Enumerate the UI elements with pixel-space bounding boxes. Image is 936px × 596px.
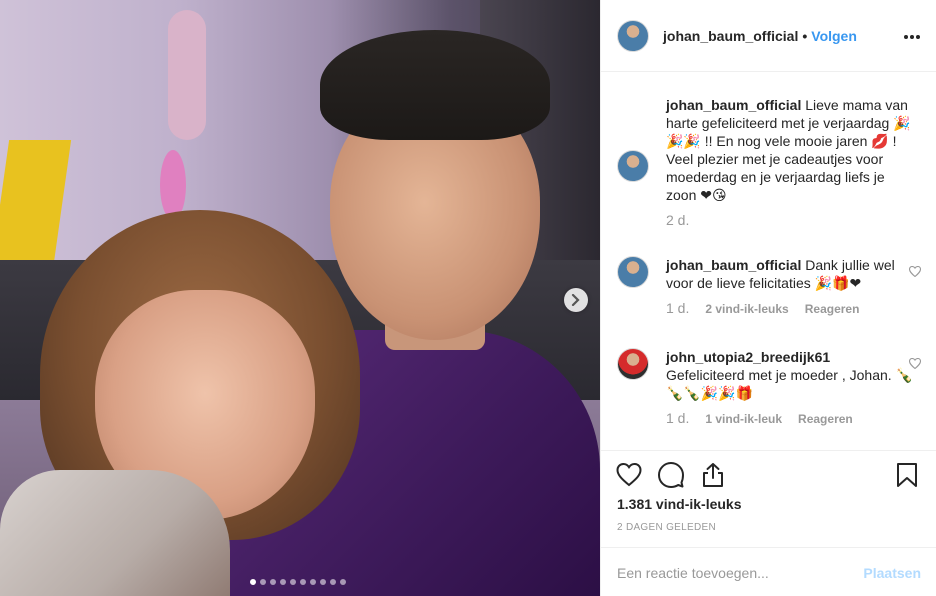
caption-comment: johan_baum_official Lieve mama van harte… <box>617 96 921 228</box>
comment-meta: 1 d. 2 vind-ik-leuks Reageren <box>666 300 921 318</box>
like-count[interactable]: 1.381 vind-ik-leuks <box>617 496 742 512</box>
reply-button[interactable]: Reageren <box>805 300 860 318</box>
carousel-dot <box>330 579 336 585</box>
more-horizontal-icon <box>904 35 920 39</box>
next-photo-button[interactable] <box>564 288 588 312</box>
comment-time[interactable]: 1 d. <box>666 410 689 428</box>
avatar[interactable] <box>617 348 649 380</box>
carousel-dot <box>290 579 296 585</box>
comment-form: Plaatsen <box>601 547 936 596</box>
action-icons <box>615 461 727 489</box>
follow-button[interactable]: Volgen <box>811 28 857 44</box>
carousel-dot <box>300 579 306 585</box>
comment-body: Gefeliciteerd met je moeder , Johan. 🍾🍾🍾… <box>666 367 913 401</box>
carousel-indicator <box>250 579 346 585</box>
comment-text: johan_baum_official Lieve mama van harte… <box>666 96 916 204</box>
list-item: john_utopia2_breedijk61 Gefeliciteerd me… <box>617 348 922 428</box>
comment-username[interactable]: johan_baum_official <box>666 257 801 273</box>
carousel-dot <box>340 579 346 585</box>
comments-list: johan_baum_official Lieve mama van harte… <box>601 72 936 450</box>
comment-icon[interactable] <box>657 461 685 489</box>
comment-username[interactable]: johan_baum_official <box>666 97 801 113</box>
header-separator: • <box>802 27 808 44</box>
carousel-dot <box>260 579 266 585</box>
comment-time[interactable]: 2 d. <box>666 212 689 228</box>
photo-pink-balloon <box>160 150 186 220</box>
reply-button[interactable]: Reageren <box>798 410 853 428</box>
heart-outline-icon <box>908 265 922 278</box>
post-header: johan_baum_official • Volgen <box>601 0 936 72</box>
avatar[interactable] <box>617 19 649 52</box>
comment-like-button[interactable] <box>908 265 922 280</box>
chevron-right-icon <box>571 294 580 306</box>
list-item: johan_baum_official Dank jullie wel voor… <box>617 256 922 318</box>
carousel-dot <box>250 579 256 585</box>
post-date[interactable]: 2 DAGEN GELEDEN <box>617 522 716 533</box>
post-actions: 1.381 vind-ik-leuks 2 DAGEN GELEDEN Plaa… <box>601 450 936 596</box>
comment-username[interactable]: john_utopia2_breedijk61 <box>666 349 830 365</box>
carousel-dot <box>280 579 286 585</box>
photo-woman-top <box>0 470 230 596</box>
comment-meta: 2 d. <box>666 212 921 228</box>
header-username[interactable]: johan_baum_official <box>663 28 798 44</box>
carousel-dot <box>270 579 276 585</box>
carousel-dot <box>310 579 316 585</box>
bookmark-icon[interactable] <box>893 461 921 489</box>
comment-text: john_utopia2_breedijk61 Gefeliciteerd me… <box>666 348 916 402</box>
heart-icon[interactable] <box>615 461 643 489</box>
comment-text: johan_baum_official Dank jullie wel voor… <box>666 256 916 292</box>
share-icon[interactable] <box>699 461 727 489</box>
carousel-dot <box>320 579 326 585</box>
post-photo[interactable] <box>0 0 600 596</box>
post-comment-button[interactable]: Plaatsen <box>863 565 921 581</box>
avatar[interactable] <box>617 150 649 182</box>
photo-pink-decoration <box>168 10 206 140</box>
comment-input[interactable] <box>617 564 864 581</box>
comment-meta: 1 d. 1 vind-ik-leuk Reageren <box>666 410 921 428</box>
photo-man-hair <box>320 30 550 140</box>
comment-like-button[interactable] <box>908 357 922 372</box>
comment-time[interactable]: 1 d. <box>666 300 689 318</box>
more-options-button[interactable] <box>903 22 921 44</box>
post-side-panel: johan_baum_official • Volgen johan_baum_… <box>600 0 936 596</box>
comment-likes[interactable]: 2 vind-ik-leuks <box>705 300 788 318</box>
comment-likes[interactable]: 1 vind-ik-leuk <box>705 410 782 428</box>
avatar[interactable] <box>617 256 649 288</box>
heart-outline-icon <box>908 357 922 370</box>
